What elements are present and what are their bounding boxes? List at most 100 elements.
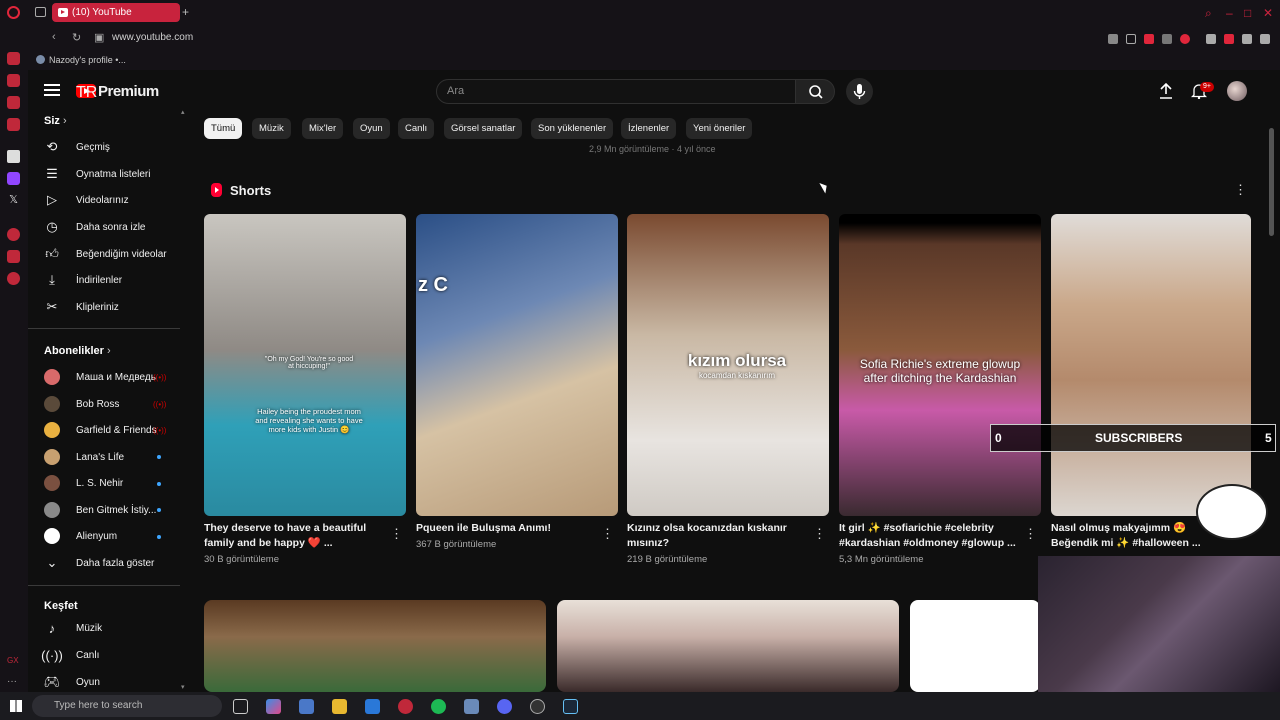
chip-visual-arts[interactable]: Görsel sanatlar xyxy=(444,118,523,139)
more-options-icon[interactable]: ⋮ xyxy=(813,526,826,542)
sidebar-item-live[interactable]: ((·)) Canlı xyxy=(41,642,99,668)
guide-menu-icon[interactable] xyxy=(44,84,60,96)
subscription-item[interactable]: Ben Gitmek İstiy... xyxy=(44,497,156,523)
snapshot-icon[interactable] xyxy=(1126,34,1136,44)
aria-icon[interactable] xyxy=(7,52,20,65)
short-title[interactable]: They deserve to have a beautiful family … xyxy=(204,521,382,551)
opera-logo-icon[interactable] xyxy=(7,6,20,19)
speed-dial-icon[interactable] xyxy=(7,74,20,87)
history-rail-icon[interactable] xyxy=(7,228,20,241)
messenger-icon[interactable] xyxy=(7,96,20,109)
app-icon[interactable] xyxy=(464,699,479,714)
upload-icon[interactable] xyxy=(1159,83,1173,99)
search-input[interactable] xyxy=(436,79,796,104)
back-button[interactable]: ‹ xyxy=(52,31,56,43)
sidebar-scroll-up-icon[interactable]: ▴ xyxy=(181,108,185,116)
steam-icon[interactable] xyxy=(563,699,578,714)
minimize-button[interactable]: – xyxy=(1226,6,1233,20)
sidebar-item-liked[interactable]: 👍︎ Beğendiğim videolar xyxy=(44,241,166,267)
short-thumbnail[interactable] xyxy=(1051,214,1251,516)
short-thumbnail[interactable]: kızım olursa kocamdan kıskanırım xyxy=(627,214,829,516)
short-thumbnail[interactable]: Sofia Richie's extreme glowup after ditc… xyxy=(839,214,1041,516)
chip-all[interactable]: Tümü xyxy=(204,118,243,139)
extensions-rail-icon[interactable] xyxy=(7,250,20,263)
menu-icon[interactable] xyxy=(1260,34,1270,44)
search-button[interactable] xyxy=(795,79,835,104)
voice-search-button[interactable] xyxy=(846,78,873,105)
download-icon[interactable] xyxy=(1242,34,1252,44)
chip-watched[interactable]: İzlenenler xyxy=(621,118,677,139)
mail-icon[interactable] xyxy=(365,699,380,714)
bookmark-icon[interactable] xyxy=(1108,34,1118,44)
reload-button[interactable]: ↻ xyxy=(72,31,81,44)
adblock-icon[interactable] xyxy=(1144,34,1154,44)
obs-icon[interactable] xyxy=(530,699,545,714)
search-tabs-icon[interactable]: ⌕ xyxy=(1205,6,1212,21)
subscription-item[interactable]: Bob Ross xyxy=(44,391,119,417)
short-title[interactable]: Pqueen ile Buluşma Anımı! xyxy=(416,521,594,536)
instagram-icon[interactable] xyxy=(7,118,20,131)
new-tab-button[interactable]: + xyxy=(182,6,194,18)
sidebar-scroll-down-icon[interactable]: ▾ xyxy=(181,683,185,691)
subscriptions-header[interactable]: Abonelikler › xyxy=(44,345,111,357)
tab-menu-icon[interactable] xyxy=(35,7,46,17)
taskbar-search-input[interactable]: Type here to search xyxy=(32,695,222,717)
chip-live[interactable]: Canlı xyxy=(398,118,435,139)
close-button[interactable]: ✕ xyxy=(1263,6,1273,20)
more-options-icon[interactable]: ⋮ xyxy=(1234,182,1247,198)
task-view-icon[interactable] xyxy=(233,699,248,714)
spotify-icon[interactable] xyxy=(431,699,446,714)
short-title[interactable]: Nasıl olmuş makyajımm 😍 Beğendik mi ✨ #h… xyxy=(1051,521,1211,551)
short-thumbnail[interactable]: z C xyxy=(416,214,618,516)
settings-rail-icon[interactable] xyxy=(7,272,20,285)
store-icon[interactable] xyxy=(299,699,314,714)
sidebar-item-clips[interactable]: ✂ Klipleriniz xyxy=(44,294,119,320)
video-thumbnail[interactable] xyxy=(204,600,546,692)
short-thumbnail[interactable]: "Oh my God! You're so good at hiccuping!… xyxy=(204,214,406,516)
subscription-item[interactable]: Lana's Life xyxy=(44,444,124,470)
windows-start-icon[interactable] xyxy=(10,700,22,712)
browser-tab[interactable]: (10) YouTube xyxy=(52,3,180,22)
x-icon[interactable]: 𝕏 xyxy=(7,194,20,207)
page-scrollbar[interactable] xyxy=(1269,128,1274,236)
profile-icon[interactable] xyxy=(1224,34,1234,44)
more-options-icon[interactable]: ⋮ xyxy=(1024,526,1037,542)
app-icon[interactable] xyxy=(7,150,20,163)
video-thumbnail[interactable] xyxy=(910,600,1040,692)
video-thumbnail[interactable] xyxy=(557,600,899,692)
bookmark-item[interactable]: Nazody's profile •... xyxy=(36,55,126,65)
sidebar-item-watch-later[interactable]: ◷ Daha sonra izle xyxy=(44,214,145,240)
short-title[interactable]: It girl ✨ #sofiarichie #celebrity #karda… xyxy=(839,521,1017,551)
more-rail-icon[interactable]: ··· xyxy=(7,676,20,689)
chip-mixes[interactable]: Mix'ler xyxy=(302,118,344,139)
heart-icon[interactable] xyxy=(1180,34,1190,44)
file-explorer-icon[interactable] xyxy=(332,699,347,714)
subscription-item[interactable]: Alienyum xyxy=(44,523,117,549)
url-field[interactable]: www.youtube.com xyxy=(112,32,193,43)
more-options-icon[interactable]: ⋮ xyxy=(601,526,614,542)
opera-gx-icon[interactable] xyxy=(398,699,413,714)
extensions-icon[interactable] xyxy=(1206,34,1216,44)
chip-music[interactable]: Müzik xyxy=(252,118,291,139)
show-more-button[interactable]: ⌄ Daha fazla göster xyxy=(44,550,155,576)
sidebar-item-playlists[interactable]: ☰ Oynatma listeleri xyxy=(44,161,150,187)
twitch-icon[interactable] xyxy=(7,172,20,185)
translate-icon[interactable] xyxy=(1162,34,1172,44)
sidebar-item-your-videos[interactable]: ▷ Videolarınız xyxy=(44,187,129,213)
sidebar-item-music[interactable]: ♪ Müzik xyxy=(44,615,102,641)
discord-icon[interactable] xyxy=(497,699,512,714)
sidebar-item-downloads[interactable]: ⤓ İndirilenler xyxy=(44,267,122,293)
maximize-button[interactable]: □ xyxy=(1244,6,1251,20)
sidebar-item-history[interactable]: ⟲ Geçmiş xyxy=(44,134,110,160)
copilot-icon[interactable] xyxy=(266,699,281,714)
subscription-item[interactable]: Garfield & Friends xyxy=(44,417,157,443)
chip-gaming[interactable]: Oyun xyxy=(353,118,390,139)
chip-recently-uploaded[interactable]: Son yüklenenler xyxy=(531,118,614,139)
more-options-icon[interactable]: ⋮ xyxy=(390,526,403,542)
subscription-item[interactable]: L. S. Nehir xyxy=(44,470,123,496)
you-section-header[interactable]: Siz › xyxy=(44,115,67,127)
site-info-icon[interactable]: ▣ xyxy=(94,31,104,44)
short-title[interactable]: Kızınız olsa kocanızdan kıskanır mısınız… xyxy=(627,521,805,551)
gx-icon[interactable]: GX xyxy=(7,656,20,669)
chip-new-to-you[interactable]: Yeni öneriler xyxy=(686,118,753,139)
